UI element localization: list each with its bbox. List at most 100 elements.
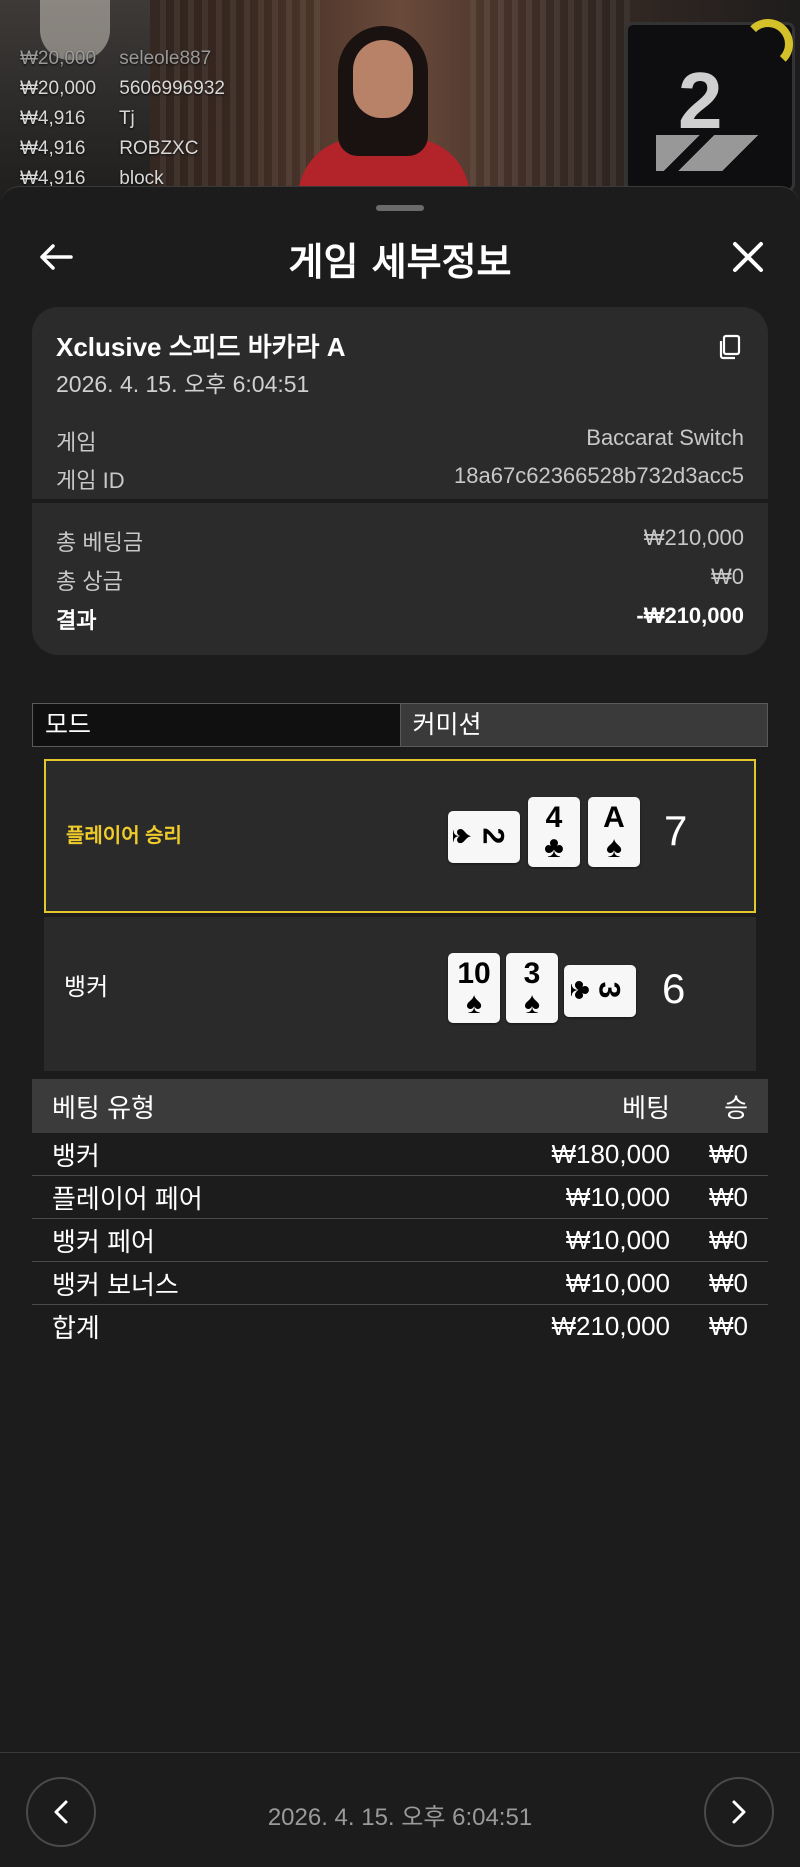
bet-type: 플레이어 페어: [52, 1183, 203, 1214]
game-date: 2026. 4. 15. 오후 6:04:51: [56, 371, 310, 397]
sheet-header: 게임 세부정보: [0, 215, 800, 295]
divider: [32, 499, 768, 503]
chevron-right-icon: [732, 1800, 746, 1824]
round-number: 2: [678, 56, 723, 145]
table-row: 뱅커 보너스 ₩10,000 ₩0: [32, 1262, 768, 1305]
playing-card: 10 ♠: [448, 953, 500, 1023]
table-row: 플레이어 페어 ₩10,000 ₩0: [32, 1176, 768, 1219]
game-type-label: 게임: [56, 430, 97, 455]
bet-table: 베팅 유형 베팅 승 뱅커 ₩180,000 ₩0 플레이어 페어 ₩10,00…: [32, 1079, 768, 1348]
winner-amount: ₩20,000: [20, 48, 97, 69]
total-bet-value: ₩210,000: [643, 525, 744, 550]
player-result-label: 플레이어 승리: [66, 825, 182, 847]
playing-card: A ♠: [588, 797, 640, 867]
round-monitor: 2: [625, 19, 795, 192]
round-date: 2026. 4. 15. 오후 6:04:51: [267, 1804, 533, 1831]
round-navigation: 2026. 4. 15. 오후 6:04:51: [0, 1752, 800, 1867]
total-bet-label: 총 베팅금: [56, 530, 144, 555]
close-icon: [733, 242, 763, 272]
total-row: 합계 ₩210,000 ₩0: [32, 1305, 768, 1348]
total-label: 합계: [52, 1313, 100, 1343]
total-bet: ₩210,000: [551, 1311, 670, 1341]
winner-row: ₩20,000 5606996932: [20, 74, 225, 104]
card-rank: 3: [523, 957, 541, 990]
card-suit: ♣: [544, 831, 564, 864]
bet-type: 뱅커 보너스: [52, 1269, 179, 1300]
close-button[interactable]: [726, 235, 770, 279]
bet-win-header: 승: [724, 1092, 748, 1123]
bet-type: 뱅커: [52, 1140, 100, 1171]
total-win-value: ₩0: [711, 564, 744, 589]
commission-label: 커미션: [400, 704, 767, 746]
card-rank: 2: [476, 827, 510, 845]
bet-amount: ₩180,000: [551, 1138, 670, 1169]
table-row: 뱅커 ₩180,000 ₩0: [32, 1133, 768, 1176]
bet-amount: ₩10,000: [565, 1181, 670, 1212]
total-win: ₩0: [709, 1311, 748, 1341]
card-suit: ♠: [606, 831, 622, 864]
winner-row: ₩4,916 ROBZXC: [20, 134, 225, 164]
playing-card: 3 ♣: [564, 965, 636, 1017]
playing-card: 2 ♠: [445, 811, 520, 863]
game-type-value: Baccarat Switch: [586, 425, 744, 450]
game-id-value: 18a67c62366528b732d3acc5: [454, 463, 744, 488]
winner-name: 5606996932: [119, 78, 225, 99]
timer-ring: [743, 19, 793, 69]
bet-amount-header: 베팅: [622, 1092, 670, 1123]
game-info-top: Xclusive 스피드 바카라 A 2026. 4. 15. 오후 6:04:…: [32, 307, 768, 499]
sheet-drag-handle[interactable]: [376, 205, 424, 211]
curtain-decoration: [470, 0, 630, 200]
bet-win: ₩0: [709, 1138, 748, 1169]
card-rank: 3: [592, 981, 626, 999]
dealer-image: [298, 18, 470, 200]
table-row: 뱅커 페어 ₩10,000 ₩0: [32, 1219, 768, 1262]
game-info-card: Xclusive 스피드 바카라 A 2026. 4. 15. 오후 6:04:…: [32, 307, 768, 655]
game-id-label: 게임 ID: [56, 468, 125, 493]
copy-icon: [719, 334, 741, 360]
mode-row: 모드 커미션: [32, 703, 768, 747]
banker-result-label: 뱅커: [64, 974, 109, 1001]
bet-amount: ₩10,000: [565, 1267, 670, 1298]
total-bet-row: 총 베팅금 ₩210,000: [56, 525, 744, 557]
card-rank: A: [603, 801, 625, 834]
result-label: 결과: [56, 608, 97, 633]
bet-type: 뱅커 페어: [52, 1226, 155, 1257]
winner-name: Tj: [118, 108, 135, 129]
next-round-button[interactable]: [704, 1777, 774, 1847]
card-suit: ♣: [563, 980, 597, 1000]
bet-type-header: 베팅 유형: [52, 1092, 155, 1123]
brand-logo: [656, 135, 766, 171]
card-suit: ♠: [445, 828, 479, 844]
game-name: Xclusive 스피드 바카라 A: [56, 332, 346, 362]
card-rank: 10: [457, 957, 491, 990]
bet-table-header: 베팅 유형 베팅 승: [32, 1079, 768, 1133]
bet-win: ₩0: [709, 1224, 748, 1255]
winner-row: ₩4,916 Tj: [20, 104, 225, 134]
copy-button[interactable]: [716, 333, 744, 361]
winner-name: seleole887: [119, 48, 212, 69]
winner-amount: ₩20,000: [20, 78, 97, 99]
playing-card: 3 ♠: [506, 953, 558, 1023]
playing-card: 4 ♣: [528, 797, 580, 867]
player-score: 7: [664, 807, 688, 854]
total-win-label: 총 상금: [56, 569, 123, 594]
card-suit: ♠: [524, 987, 540, 1020]
banker-result: 뱅커 10 ♠ 3 ♠ 3 ♣ 6: [44, 917, 756, 1071]
card-suit: ♠: [466, 987, 482, 1020]
winner-amount: ₩4,916: [20, 108, 86, 129]
card-rank: 4: [545, 801, 563, 834]
winner-amount: ₩4,916: [20, 138, 86, 159]
bet-amount: ₩10,000: [565, 1224, 670, 1255]
banker-score: 6: [662, 965, 686, 1012]
bet-win: ₩0: [709, 1181, 748, 1212]
result-row: 결과 -₩210,000: [56, 603, 744, 635]
winner-row: ₩20,000 seleole887: [20, 44, 225, 74]
mode-label: 모드: [33, 704, 401, 746]
bet-win: ₩0: [709, 1267, 748, 1298]
live-video-background: 2 ₩20,000 seleole887 ₩20,000 5606996932 …: [0, 0, 800, 200]
recent-winners-list: ₩20,000 seleole887 ₩20,000 5606996932 ₩4…: [20, 44, 225, 194]
game-type-row: 게임 Baccarat Switch: [56, 425, 744, 457]
total-win-row: 총 상금 ₩0: [56, 564, 744, 596]
result-value: -₩210,000: [636, 603, 744, 628]
game-details-sheet: 게임 세부정보 Xclusive 스피드 바카라 A 2026. 4. 15. …: [0, 186, 800, 1867]
